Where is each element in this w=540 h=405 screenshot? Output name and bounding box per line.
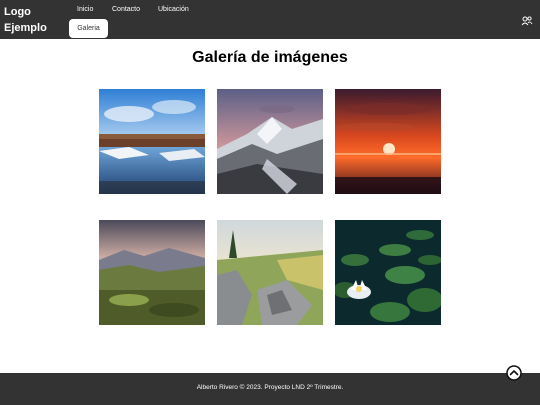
gallery-image-water-lily[interactable] xyxy=(335,220,441,325)
gallery-image-sunset[interactable] xyxy=(335,89,441,194)
nav-ubicacion[interactable]: Ubicación xyxy=(158,5,189,15)
nav-galeria[interactable]: Galeria xyxy=(69,19,108,38)
users-icon[interactable] xyxy=(521,15,533,27)
gallery-image-mountain[interactable] xyxy=(217,89,323,194)
header: Logo Ejemplo Inicio Contacto Ubicación G… xyxy=(0,0,540,39)
arrow-up-circle-icon[interactable] xyxy=(506,365,522,381)
logo[interactable]: Logo Ejemplo xyxy=(4,4,64,36)
footer-text: Alberto Rivero © 2023. Proyecto LND 2º T… xyxy=(196,384,344,391)
gallery-image-river[interactable] xyxy=(99,89,205,194)
gallery-image-cliff[interactable] xyxy=(217,220,323,325)
gallery-image-valley[interactable] xyxy=(99,220,205,325)
nav-contacto[interactable]: Contacto xyxy=(112,5,140,15)
nav-inicio[interactable]: Inicio xyxy=(77,5,93,15)
footer: Alberto Rivero © 2023. Proyecto LND 2º T… xyxy=(0,373,540,405)
page-title: Galería de imágenes xyxy=(192,49,348,66)
